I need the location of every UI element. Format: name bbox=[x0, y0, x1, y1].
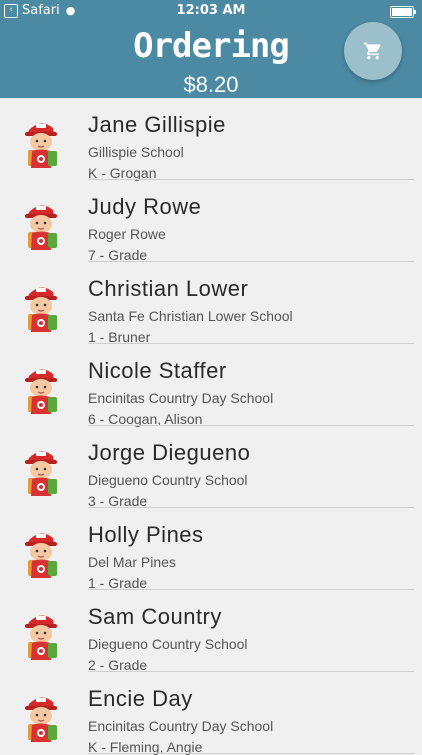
student-name: Holly Pines bbox=[88, 522, 204, 547]
student-school: Encinitas Country Day School bbox=[88, 718, 274, 734]
student-avatar-icon bbox=[22, 690, 60, 745]
student-avatar-icon bbox=[22, 280, 60, 335]
student-avatar-icon bbox=[22, 608, 60, 663]
student-avatar-icon bbox=[22, 198, 60, 253]
student-avatar-icon bbox=[22, 526, 60, 581]
student-avatar-icon bbox=[22, 444, 60, 499]
row-divider bbox=[88, 753, 414, 754]
status-bar: ‹ Safari ● 12:03 AM bbox=[0, 0, 422, 22]
student-list: Jane Gillispie Gillispie School K - Grog… bbox=[0, 98, 422, 755]
header: Ordering $8.20 bbox=[0, 22, 422, 98]
student-row[interactable]: Holly Pines Del Mar Pines 1 - Grade bbox=[0, 508, 422, 591]
student-row[interactable]: Jane Gillispie Gillispie School K - Grog… bbox=[0, 98, 422, 181]
student-row[interactable]: Jorge Diegueno Diegueno Country School 3… bbox=[0, 426, 422, 509]
battery-icon bbox=[390, 6, 416, 18]
student-name: Judy Rowe bbox=[88, 194, 202, 219]
status-time: 12:03 AM bbox=[176, 3, 246, 18]
student-avatar-icon bbox=[22, 116, 60, 171]
student-name: Sam Country bbox=[88, 604, 222, 629]
student-school: Del Mar Pines bbox=[88, 554, 176, 570]
student-school: Diegueno Country School bbox=[88, 472, 248, 488]
student-school: Diegueno Country School bbox=[88, 636, 248, 652]
student-row[interactable]: Nicole Staffer Encinitas Country Day Sch… bbox=[0, 344, 422, 427]
cart-button[interactable] bbox=[344, 22, 402, 80]
student-school: Santa Fe Christian Lower School bbox=[88, 308, 293, 324]
student-name: Jorge Diegueno bbox=[88, 440, 251, 465]
student-school: Gillispie School bbox=[88, 144, 184, 160]
student-name: Jane Gillispie bbox=[88, 112, 226, 137]
student-row[interactable]: Christian Lower Santa Fe Christian Lower… bbox=[0, 262, 422, 345]
student-school: Encinitas Country Day School bbox=[88, 390, 274, 406]
student-row[interactable]: Sam Country Diegueno Country School 2 - … bbox=[0, 590, 422, 673]
student-row[interactable]: Encie Day Encinitas Country Day School K… bbox=[0, 672, 422, 755]
student-name: Nicole Staffer bbox=[88, 358, 227, 383]
student-school: Roger Rowe bbox=[88, 226, 166, 242]
student-name: Encie Day bbox=[88, 686, 193, 711]
student-avatar-icon bbox=[22, 362, 60, 417]
student-name: Christian Lower bbox=[88, 276, 249, 301]
student-row[interactable]: Judy Rowe Roger Rowe 7 - Grade bbox=[0, 180, 422, 263]
cart-icon bbox=[363, 42, 381, 60]
